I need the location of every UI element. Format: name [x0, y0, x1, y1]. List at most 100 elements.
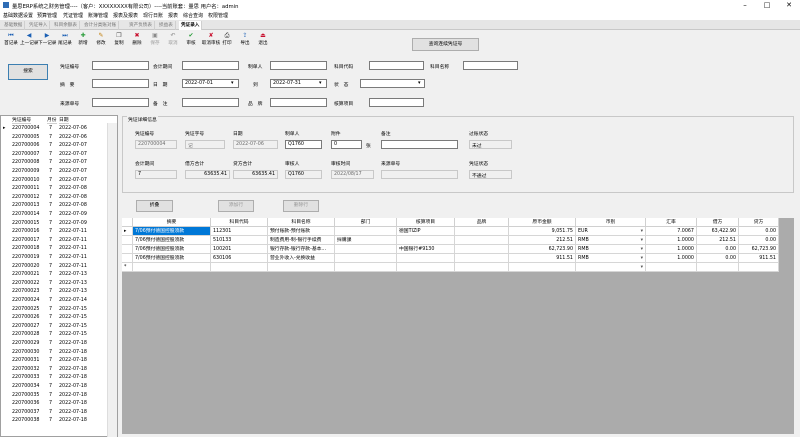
- voucher-list-row[interactable]: 220700024 7 2022-07-14: [1, 297, 117, 305]
- chevron-down-icon[interactable]: ▾: [418, 80, 421, 86]
- grid-cell[interactable]: 212.51: [509, 236, 576, 245]
- tab-balance-sheet-accounts[interactable]: 科目余额表: [52, 21, 80, 30]
- grid-cell[interactable]: 银行存款-银行存款-基本...: [268, 245, 335, 254]
- remark-input[interactable]: [182, 98, 239, 107]
- grid-cell[interactable]: 911.51: [509, 254, 576, 263]
- tab-basic-data[interactable]: 基础数据: [2, 21, 26, 30]
- menu-daily[interactable]: 现行日账: [143, 12, 163, 19]
- toolbar-button[interactable]: ⏮ 首记录: [2, 32, 20, 48]
- voucher-list-row[interactable]: 220700031 7 2022-07-18: [1, 357, 117, 365]
- grid-cell[interactable]: EUR ▾: [576, 227, 646, 236]
- toolbar-button[interactable]: ✔ 审核: [182, 32, 200, 48]
- voucher-list-row[interactable]: 220700037 7 2022-07-18: [1, 409, 117, 417]
- grid-cell[interactable]: [335, 227, 397, 236]
- grid-row-header[interactable]: [122, 245, 133, 254]
- chevron-down-icon[interactable]: ▾: [641, 263, 643, 271]
- toolbar-button[interactable]: ✚ 新增: [74, 32, 92, 48]
- grid-header[interactable]: 科目代码: [211, 218, 268, 227]
- grid-header[interactable]: 币别: [576, 218, 646, 227]
- grid-cell[interactable]: 911.51: [739, 254, 779, 263]
- status-select[interactable]: [360, 79, 425, 88]
- voucher-list-row[interactable]: 220700019 7 2022-07-11: [1, 254, 117, 262]
- grid-cell[interactable]: [335, 254, 397, 263]
- grid-cell[interactable]: 中国银行#9130: [397, 245, 455, 254]
- voucher-list-row[interactable]: 220700034 7 2022-07-18: [1, 383, 117, 391]
- detail-maker-field[interactable]: Q1760: [285, 140, 322, 149]
- voucher-list-row[interactable]: 220700011 7 2022-07-08: [1, 185, 117, 193]
- grid-row-header[interactable]: [122, 236, 133, 245]
- grid-cell[interactable]: 採購課: [335, 236, 397, 245]
- calendar-icon[interactable]: ▾: [231, 80, 234, 86]
- detail-auditor-field[interactable]: Q1760: [285, 170, 322, 179]
- account-name-input[interactable]: [463, 61, 518, 70]
- grid-cell[interactable]: 7/06预付德国控股须款: [133, 236, 211, 245]
- voucher-list-row[interactable]: 220700020 7 2022-07-11: [1, 263, 117, 271]
- voucher-list-row[interactable]: 220700033 7 2022-07-18: [1, 374, 117, 382]
- summary-input[interactable]: [92, 79, 149, 88]
- detail-source-no-field[interactable]: [381, 170, 458, 179]
- toolbar-button[interactable]: ⎙ 打印: [218, 32, 236, 48]
- toolbar-button[interactable]: ⏭ 尾记录: [56, 32, 74, 48]
- menu-basic-data[interactable]: 基础数据设置: [3, 12, 33, 19]
- toolbar-button[interactable]: ⇪ 导出: [236, 32, 254, 48]
- brand-input[interactable]: [270, 98, 327, 107]
- close-icon[interactable]: ✕: [778, 0, 800, 11]
- voucher-list-row[interactable]: 220700021 7 2022-07-13: [1, 271, 117, 279]
- detail-voucher-word-field[interactable]: 记: [185, 140, 225, 149]
- voucher-no-input[interactable]: [92, 61, 149, 70]
- menu-permissions[interactable]: 权限管理: [208, 12, 228, 19]
- voucher-list-row[interactable]: 220700005 7 2022-07-06: [1, 134, 117, 142]
- calendar-icon[interactable]: ▾: [319, 80, 322, 86]
- tab-ledger-reconcile[interactable]: 会计分类账对账: [82, 21, 120, 30]
- grid-cell[interactable]: 630106: [211, 254, 268, 263]
- grid-cell[interactable]: 德国TIZIP: [397, 227, 455, 236]
- grid-cell[interactable]: 100201: [211, 245, 268, 254]
- grid-cell[interactable]: 63,422.90: [697, 227, 739, 236]
- menu-query[interactable]: 综合查询: [183, 12, 203, 19]
- voucher-list-row[interactable]: 220700013 7 2022-07-08: [1, 202, 117, 210]
- voucher-list-row[interactable]: 220700030 7 2022-07-18: [1, 349, 117, 357]
- voucher-list-row[interactable]: 220700008 7 2022-07-07: [1, 159, 117, 167]
- menu-reports[interactable]: 报表: [168, 12, 178, 19]
- toolbar-button[interactable]: ✖ 删除: [128, 32, 146, 48]
- toolbar-button[interactable]: ✎ 修改: [92, 32, 110, 48]
- menu-voucher[interactable]: 凭证管理: [63, 12, 83, 19]
- voucher-list-row[interactable]: 220700028 7 2022-07-15: [1, 331, 117, 339]
- add-row-button[interactable]: 添加行: [218, 200, 254, 212]
- toolbar-button[interactable]: ⏏ 退出: [254, 32, 272, 48]
- grid-cell[interactable]: 1.0000: [646, 245, 697, 254]
- grid-new-cell[interactable]: [455, 263, 509, 272]
- account-code-input[interactable]: [369, 61, 424, 70]
- grid-new-row-header[interactable]: *: [122, 263, 133, 272]
- menu-reports-detail[interactable]: 报表及报表: [113, 12, 138, 19]
- toolbar-button[interactable]: ↶ 取消: [164, 32, 182, 48]
- grid-cell[interactable]: 112301: [211, 227, 268, 236]
- detail-date-field[interactable]: 2022-07-06: [233, 140, 278, 149]
- voucher-list-row[interactable]: 220700032 7 2022-07-18: [1, 366, 117, 374]
- grid-cell[interactable]: 0.00: [697, 245, 739, 254]
- tab-voucher-entry[interactable]: 凭证录入: [179, 21, 203, 30]
- detail-remark-field[interactable]: [381, 140, 458, 149]
- grid-cell[interactable]: [455, 236, 509, 245]
- grid-cell[interactable]: RMB ▾: [576, 236, 646, 245]
- collapse-button[interactable]: 折叠: [136, 200, 173, 212]
- detail-debit-total-field[interactable]: 63635.41: [185, 170, 230, 179]
- grid-row-header[interactable]: [122, 254, 133, 263]
- grid-new-cell[interactable]: [509, 263, 576, 272]
- voucher-list-row[interactable]: 220700029 7 2022-07-18: [1, 340, 117, 348]
- grid-cell[interactable]: [397, 254, 455, 263]
- voucher-list-row[interactable]: ▸ 220700004 7 2022-07-06: [1, 125, 117, 133]
- grid-cell[interactable]: 营业外收入-兑换收益: [268, 254, 335, 263]
- chevron-down-icon[interactable]: ▾: [641, 245, 643, 253]
- maximize-icon[interactable]: □: [756, 0, 778, 11]
- source-no-input[interactable]: [92, 98, 149, 107]
- minimize-icon[interactable]: –: [734, 0, 756, 11]
- grid-new-cell[interactable]: ▾: [576, 263, 646, 272]
- grid-cell[interactable]: 7/06预付德国控股须款: [133, 254, 211, 263]
- chevron-down-icon[interactable]: ▾: [641, 227, 643, 235]
- menu-budget[interactable]: 预算管理: [37, 12, 57, 19]
- grid-new-cell[interactable]: [697, 263, 739, 272]
- toolbar-button[interactable]: ▣ 保存: [146, 32, 164, 48]
- detail-post-state-field[interactable]: 未过: [469, 140, 512, 149]
- voucher-list-row[interactable]: 220700009 7 2022-07-07: [1, 168, 117, 176]
